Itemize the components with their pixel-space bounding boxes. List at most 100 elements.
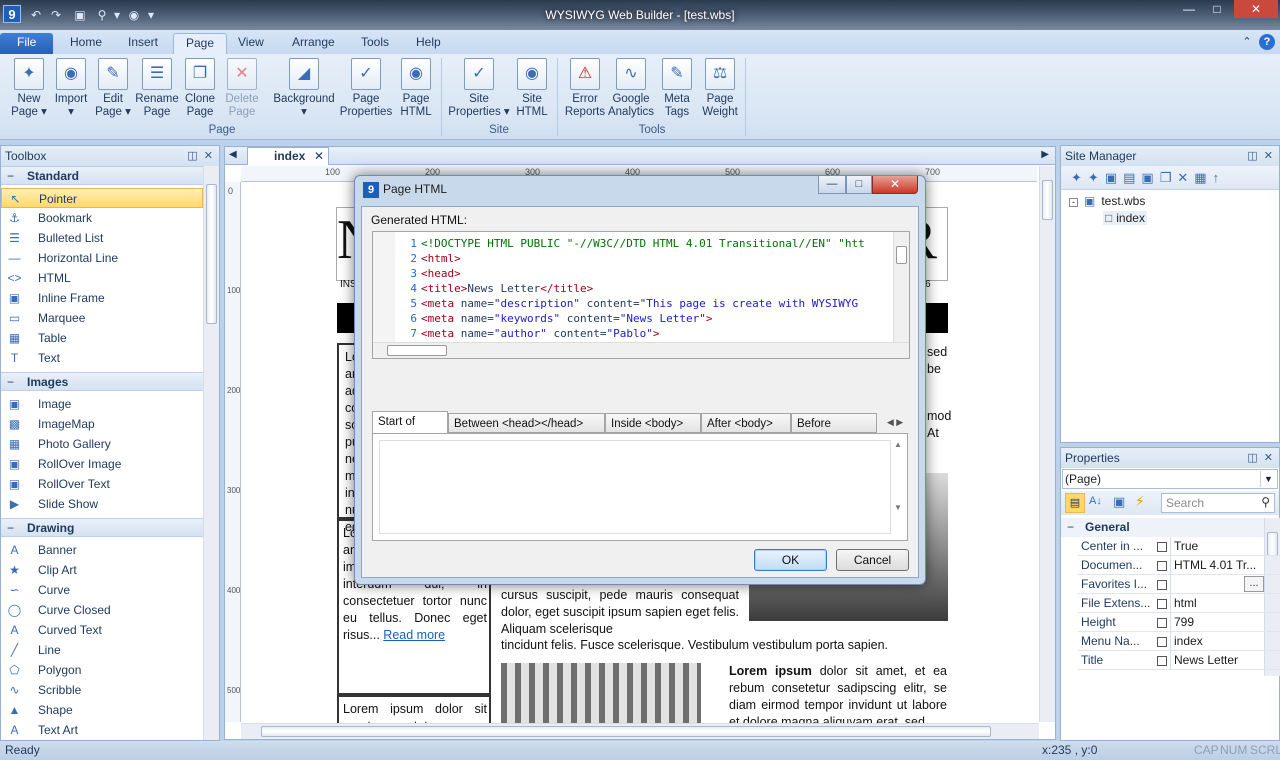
tab-between-head-tags[interactable]: Between <head></head> tags (448, 413, 605, 450)
close-panel-icon[interactable]: ✕ (1264, 150, 1273, 162)
edit-page-button[interactable]: ✎ Edit Page ▾ (92, 58, 134, 119)
add-folder-icon[interactable]: ✦ (1088, 170, 1105, 185)
toolbox-item-marquee[interactable]: ▭ Marquee (1, 308, 203, 328)
property-row[interactable]: Center in ... True (1078, 537, 1280, 556)
photo-placeholder-2[interactable] (501, 663, 701, 725)
meta-tags-button[interactable]: ✎ Meta Tags (658, 58, 696, 119)
pin-icon[interactable]: ◫ (187, 150, 197, 162)
toolbox-item-line[interactable]: ╱ Line (1, 640, 203, 660)
start-editor-scroll-icon[interactable]: ▲ ▼ (893, 440, 903, 534)
toolbox-item-shape[interactable]: ▲ Shape (1, 700, 203, 720)
tab-arrange[interactable]: Arrange (280, 33, 347, 54)
collapse-category-icon[interactable]: − (1067, 518, 1074, 537)
code-line[interactable]: 4 <title>News Letter</title> (373, 281, 593, 296)
document-vscroll-thumb[interactable] (1042, 180, 1053, 220)
toolbox-item-image[interactable]: ▣ Image (1, 394, 203, 414)
tab-home[interactable]: Home (58, 33, 114, 54)
toolbox-scrollbar[interactable] (203, 166, 219, 740)
google-analytics-button[interactable]: ∿ Google Analytics (607, 58, 655, 119)
toolbox-item-html[interactable]: <> HTML (1, 268, 203, 288)
code-line[interactable]: 2 <html> (373, 251, 460, 266)
property-edit-icon[interactable] (1157, 599, 1167, 609)
tab-inside-body-tag[interactable]: Inside <body> tag (605, 413, 701, 450)
code-line[interactable]: 7 <meta name="author" content="Pablo"> (373, 326, 659, 341)
tab-tools[interactable]: Tools (349, 33, 401, 54)
object-selector[interactable]: (Page) ▼ (1062, 469, 1278, 489)
copy-icon[interactable]: ❐ (1160, 170, 1178, 185)
property-row[interactable]: Height 799 (1078, 613, 1280, 632)
start-of-page-editor[interactable] (379, 440, 891, 534)
toolbox-item-text-art[interactable]: A Text Art (1, 720, 203, 740)
new-page-button[interactable]: ✦ New Page ▾ (8, 58, 50, 119)
tab-start-of-page[interactable]: Start of Page (372, 411, 448, 448)
page-weight-button[interactable]: ⚖ Page Weight (698, 58, 742, 119)
pin-icon[interactable]: ◫ (1247, 452, 1257, 464)
chevron-down-icon[interactable]: ▼ (1260, 471, 1276, 487)
toolbox-item-curve-closed[interactable]: ◯ Curve Closed (1, 600, 203, 620)
site-html-button[interactable]: ◉ Site HTML (513, 58, 551, 119)
toolbox-section-images[interactable]: Images (1, 372, 203, 392)
close-panel-icon[interactable]: ✕ (1264, 452, 1273, 464)
dialog-close-button[interactable]: ✕ (872, 176, 918, 194)
property-edit-icon[interactable] (1157, 656, 1167, 666)
dialog-maximize-button[interactable]: □ (846, 176, 872, 194)
property-edit-icon[interactable] (1157, 637, 1167, 647)
document-vertical-scrollbar[interactable] (1039, 166, 1055, 722)
rename-page-button[interactable]: ☰ Rename Page (135, 58, 179, 119)
tab-view[interactable]: View (226, 33, 276, 54)
tab-file[interactable]: File (0, 33, 54, 54)
close-tab-icon[interactable]: ✕ (314, 148, 324, 165)
browse-button[interactable]: ... (1244, 576, 1264, 592)
toolbox-item-bookmark[interactable]: ⚓ Bookmark (1, 208, 203, 228)
scroll-tabs-right-icon[interactable]: ▶ (1041, 149, 1049, 160)
close-button[interactable]: ✕ (1234, 0, 1278, 18)
tab-help[interactable]: Help (404, 33, 453, 54)
properties-search-input[interactable]: Search ⚲ (1161, 493, 1275, 513)
toolbox-scroll-thumb[interactable] (206, 184, 217, 324)
ok-button[interactable]: OK (754, 549, 827, 571)
categorized-icon[interactable]: ▤ (1065, 493, 1085, 513)
property-category-general[interactable]: − General (1061, 518, 1265, 537)
close-panel-icon[interactable]: ✕ (204, 150, 213, 162)
tab-before-body-close[interactable]: Before </body> (791, 413, 877, 450)
tab-scroll-arrows-icon[interactable]: ◀ ▶ (881, 413, 909, 431)
toolbox-item-slide-show[interactable]: ▶ Slide Show (1, 494, 203, 514)
toolbox-item-clip-art[interactable]: ★ Clip Art (1, 560, 203, 580)
scroll-tabs-left-icon[interactable]: ◀ (229, 149, 237, 160)
dialog-minimize-button[interactable]: — (818, 176, 846, 194)
editor-hscroll-thumb[interactable] (387, 345, 447, 356)
toolbox-item-curve[interactable]: ∽ Curve (1, 580, 203, 600)
tree-root[interactable]: - ▣ test.wbs (1069, 194, 1145, 208)
delete-icon[interactable]: ✕ (1177, 170, 1194, 185)
toolbox-section-standard[interactable]: Standard (1, 166, 203, 186)
code-line[interactable]: 5 <meta name="description" content="This … (373, 296, 858, 311)
pin-icon[interactable]: ◫ (1247, 150, 1257, 162)
property-row[interactable]: File Extens... html (1078, 594, 1280, 613)
toolbox-item-pointer[interactable]: ↖ Pointer (1, 188, 203, 208)
properties-icon[interactable]: ▦ (1194, 170, 1212, 185)
editor-hscroll[interactable] (373, 342, 909, 358)
code-line[interactable]: 3 <head> (373, 266, 460, 281)
property-edit-icon[interactable] (1157, 618, 1167, 628)
property-pages-icon[interactable]: ▣ (1113, 494, 1125, 510)
maximize-button[interactable]: □ (1200, 0, 1234, 18)
import-button[interactable]: ◉ Import ▾ (51, 58, 91, 119)
toolbox-item-rollover-text[interactable]: ▣ RollOver Text (1, 474, 203, 494)
background-button[interactable]: ◢ Background ▾ (269, 58, 339, 119)
document-tab-index[interactable]: index ✕ (247, 147, 329, 165)
property-row[interactable]: Title News Letter (1078, 651, 1280, 670)
editor-vscroll[interactable] (893, 232, 909, 342)
toolbox-item-rollover-image[interactable]: ▣ RollOver Image (1, 454, 203, 474)
minimize-ribbon-icon[interactable]: ⌃ (1240, 35, 1254, 49)
document-horizontal-scrollbar[interactable] (241, 723, 1039, 739)
toolbox-item-polygon[interactable]: ⬠ Polygon (1, 660, 203, 680)
events-icon[interactable]: ⚡ (1135, 493, 1145, 510)
editor-vscroll-thumb[interactable] (896, 246, 907, 264)
help-icon[interactable]: ? (1259, 34, 1275, 50)
property-row[interactable]: Documen... HTML 4.01 Tr... (1078, 556, 1280, 575)
property-edit-icon[interactable] (1157, 542, 1167, 552)
clone-page-button[interactable]: ❐ Clone Page (180, 58, 220, 119)
generated-html-editor[interactable]: 1 <!DOCTYPE HTML PUBLIC "-//W3C//DTD HTML… (372, 231, 910, 359)
toolbox-item-curved-text[interactable]: A Curved Text (1, 620, 203, 640)
tab-after-body-tag[interactable]: After <body> tag (701, 413, 791, 450)
